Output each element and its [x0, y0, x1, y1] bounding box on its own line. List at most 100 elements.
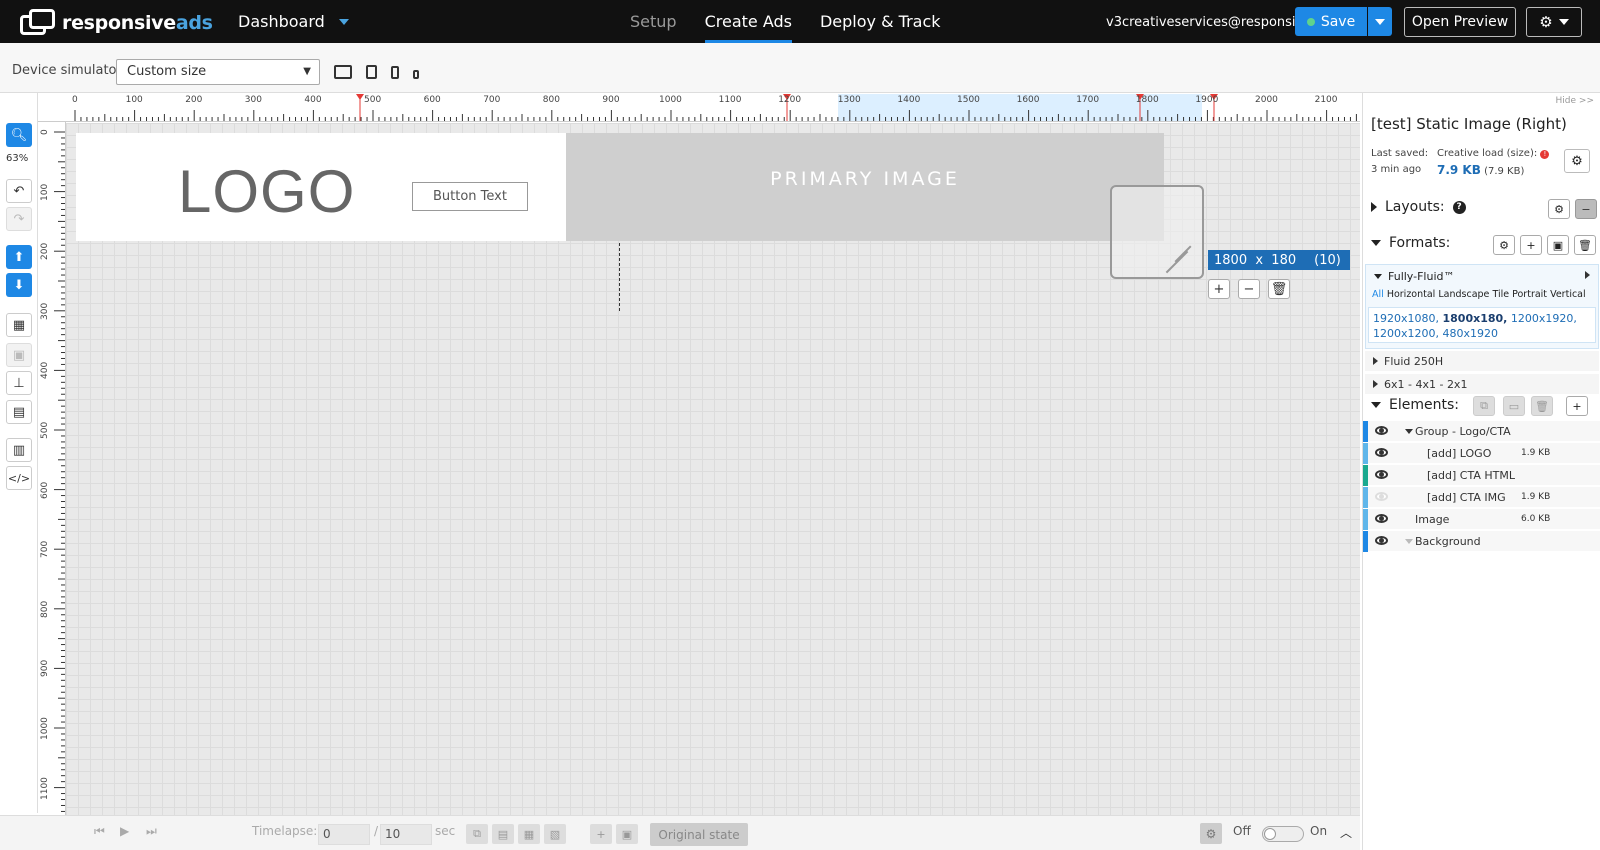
- elements-trash-icon[interactable]: 🗑︎: [1531, 396, 1553, 416]
- save-state-icon[interactable]: ▣: [616, 824, 638, 844]
- filter-portrait[interactable]: Portrait: [1512, 289, 1547, 300]
- save-options-button[interactable]: [1368, 7, 1392, 36]
- ad-settings-gear-icon[interactable]: ⚙: [1564, 149, 1590, 173]
- formats-add-icon[interactable]: +: [1520, 235, 1542, 255]
- element-row[interactable]: [add] CTA HTML: [1363, 465, 1600, 486]
- brand-logo[interactable]: responsiveads: [20, 9, 213, 36]
- formats-gear-icon[interactable]: ⚙: [1493, 235, 1515, 255]
- arrow-up-icon[interactable]: ⬆: [6, 245, 32, 269]
- skip-forward-icon[interactable]: ⏭︎: [146, 824, 157, 839]
- ad-cta-button[interactable]: Button Text: [412, 182, 528, 211]
- chevron-down-icon[interactable]: [1405, 539, 1413, 544]
- filter-tile[interactable]: Tile: [1492, 289, 1509, 300]
- ruler-left-label: 300: [40, 302, 50, 320]
- ruler-top-label: 1300: [837, 95, 861, 105]
- screenshot-icon[interactable]: ▣: [6, 343, 32, 367]
- layouts-section-header[interactable]: Layouts: ?: [1371, 199, 1466, 215]
- filter-all[interactable]: All: [1372, 289, 1384, 300]
- elements-duplicate-icon[interactable]: ⧉: [1473, 396, 1495, 416]
- chevron-right-icon: [1373, 380, 1378, 388]
- chevron-down-icon[interactable]: [1405, 429, 1413, 434]
- ad-logo-text[interactable]: LOGO: [178, 157, 355, 226]
- design-canvas[interactable]: LOGO Button Text PRIMARY IMAGE 1800 x 18…: [66, 123, 1360, 815]
- clipboard-icon[interactable]: ▤: [6, 400, 32, 424]
- element-row[interactable]: Image 6.0 KB: [1363, 509, 1600, 530]
- eye-icon[interactable]: [1375, 448, 1388, 457]
- original-state-button[interactable]: Original state: [650, 823, 748, 846]
- format-group-6x1[interactable]: 6x1 - 4x1 - 2x1: [1365, 374, 1599, 394]
- tab-deploy-track[interactable]: Deploy & Track: [820, 12, 941, 31]
- redo-icon[interactable]: ↷: [6, 207, 32, 231]
- skip-back-icon[interactable]: ⏮︎: [94, 824, 105, 839]
- paste-icon[interactable]: ▤: [492, 824, 514, 844]
- hierarchy-icon[interactable]: ⊥: [6, 371, 32, 395]
- film-icon[interactable]: ▥: [6, 438, 32, 462]
- open-preview-button[interactable]: Open Preview: [1404, 7, 1516, 37]
- time-input[interactable]: 0: [318, 824, 370, 845]
- help-icon[interactable]: ?: [1452, 200, 1466, 214]
- code-icon[interactable]: </>: [6, 466, 32, 490]
- eye-icon[interactable]: [1375, 426, 1388, 435]
- resize-handle[interactable]: [1110, 185, 1204, 279]
- format-group-fully-fluid[interactable]: Fully-Fluid™ All Horizontal Landscape Ti…: [1365, 264, 1599, 349]
- copy-icon[interactable]: ⧉: [466, 824, 488, 844]
- layouts-gear-icon[interactable]: ⚙: [1548, 199, 1570, 219]
- element-row[interactable]: [add] LOGO 1.9 KB: [1363, 443, 1600, 464]
- format-size-link[interactable]: 1920x1080,: [1373, 312, 1439, 325]
- eye-icon[interactable]: [1375, 470, 1388, 479]
- element-row[interactable]: Group - Logo/CTA: [1363, 421, 1600, 442]
- keyframe-icon[interactable]: ▦: [518, 824, 540, 844]
- small-phone-icon[interactable]: [413, 70, 419, 79]
- time-total-input[interactable]: 10: [380, 824, 432, 845]
- formats-trash-icon[interactable]: 🗑︎: [1574, 235, 1596, 255]
- chevron-right-icon[interactable]: [1585, 271, 1590, 279]
- layout-grid-icon[interactable]: ▦: [6, 313, 32, 337]
- settings-menu-button[interactable]: ⚙: [1526, 7, 1582, 37]
- tab-setup[interactable]: Setup: [630, 12, 677, 31]
- formats-save-icon[interactable]: ▣: [1547, 235, 1569, 255]
- filter-vertical[interactable]: Vertical: [1550, 289, 1586, 300]
- save-button[interactable]: Save: [1295, 7, 1367, 36]
- chevron-down-icon: [1558, 19, 1569, 25]
- trash-icon[interactable]: 🗑︎: [1268, 279, 1290, 299]
- eye-icon[interactable]: [1375, 492, 1388, 501]
- eye-icon[interactable]: [1375, 514, 1388, 523]
- formats-section-header[interactable]: Formats:: [1371, 235, 1450, 251]
- phone-icon[interactable]: [391, 66, 399, 79]
- format-size-value: 1800 x 180: [1214, 252, 1297, 268]
- zoom-level: 63%: [6, 153, 29, 164]
- filter-horizontal[interactable]: Horizontal: [1387, 289, 1436, 300]
- add-icon[interactable]: +: [590, 824, 612, 844]
- ruler-top-label: 300: [244, 95, 262, 105]
- undo-icon[interactable]: ↶: [6, 179, 32, 203]
- chevron-right-icon: [1373, 357, 1378, 365]
- keyframe-remove-icon[interactable]: ▧: [544, 824, 566, 844]
- format-size-active[interactable]: 1800x180,: [1443, 312, 1508, 325]
- device-select[interactable]: Custom size ▼: [116, 59, 320, 85]
- play-icon[interactable]: ▶: [120, 824, 129, 838]
- elements-folder-icon[interactable]: ▭: [1503, 396, 1525, 416]
- element-color-bar: [1363, 421, 1368, 442]
- element-row[interactable]: [add] CTA IMG 1.9 KB: [1363, 487, 1600, 508]
- tab-create-ads[interactable]: Create Ads: [704, 12, 793, 44]
- tablet-icon[interactable]: [366, 65, 377, 79]
- dashboard-menu[interactable]: Dashboard: [238, 12, 349, 31]
- eye-icon[interactable]: [1375, 536, 1388, 545]
- elements-section-header[interactable]: Elements:: [1371, 397, 1459, 413]
- hide-panel-link[interactable]: Hide >>: [1556, 96, 1594, 106]
- filter-landscape[interactable]: Landscape: [1438, 289, 1489, 300]
- layouts-minus-icon[interactable]: −: [1575, 199, 1597, 219]
- plus-icon[interactable]: +: [1208, 279, 1230, 299]
- arrow-down-icon[interactable]: ⬇: [6, 273, 32, 297]
- element-row[interactable]: Background: [1363, 531, 1600, 552]
- chevron-up-icon[interactable]: ︿: [1340, 824, 1352, 841]
- format-group-fluid-250h[interactable]: Fluid 250H: [1365, 351, 1599, 371]
- ad-primary-image[interactable]: PRIMARY IMAGE: [566, 133, 1164, 241]
- animation-toggle[interactable]: [1262, 826, 1304, 842]
- zoom-search-icon[interactable]: 🔍︎: [6, 123, 32, 147]
- desktop-icon[interactable]: [334, 65, 352, 79]
- elements-add-icon[interactable]: +: [1566, 396, 1588, 416]
- gear-icon[interactable]: ⚙: [1200, 823, 1222, 844]
- format-group-header[interactable]: Fully-Fluid™: [1374, 270, 1455, 283]
- minus-icon[interactable]: −: [1238, 279, 1260, 299]
